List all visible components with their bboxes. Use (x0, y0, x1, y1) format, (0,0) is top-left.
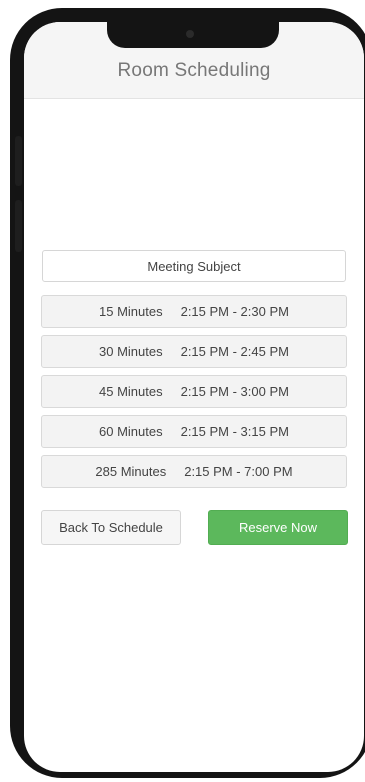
reserve-now-button[interactable]: Reserve Now (208, 510, 348, 545)
duration-option-30[interactable]: 30 Minutes 2:15 PM - 2:45 PM (41, 335, 347, 368)
option-duration: 45 Minutes (99, 384, 163, 399)
volume-up-button (15, 136, 22, 186)
duration-option-15[interactable]: 15 Minutes 2:15 PM - 2:30 PM (41, 295, 347, 328)
camera-icon (186, 30, 194, 38)
option-time-range: 2:15 PM - 3:15 PM (180, 424, 289, 439)
option-duration: 30 Minutes (99, 344, 163, 359)
option-time-range: 2:15 PM - 2:30 PM (180, 304, 289, 319)
stage: Room Scheduling Meeting Subject 15 Minut… (0, 0, 365, 782)
duration-option-60[interactable]: 60 Minutes 2:15 PM - 3:15 PM (41, 415, 347, 448)
option-duration: 15 Minutes (99, 304, 163, 319)
duration-option-45[interactable]: 45 Minutes 2:15 PM - 3:00 PM (41, 375, 347, 408)
volume-down-button (15, 200, 22, 252)
duration-option-285[interactable]: 285 Minutes 2:15 PM - 7:00 PM (41, 455, 347, 488)
back-to-schedule-button[interactable]: Back To Schedule (41, 510, 181, 545)
meeting-subject-input[interactable]: Meeting Subject (42, 250, 346, 282)
page-title: Room Scheduling (117, 60, 271, 81)
option-duration: 285 Minutes (95, 464, 167, 479)
phone-notch (107, 22, 279, 48)
option-time-range: 2:15 PM - 7:00 PM (184, 464, 293, 479)
option-time-range: 2:15 PM - 2:45 PM (180, 344, 289, 359)
phone-frame: Room Scheduling Meeting Subject 15 Minut… (10, 8, 365, 778)
option-duration: 60 Minutes (99, 424, 163, 439)
option-time-range: 2:15 PM - 3:00 PM (180, 384, 289, 399)
phone-screen: Room Scheduling Meeting Subject 15 Minut… (24, 22, 364, 772)
